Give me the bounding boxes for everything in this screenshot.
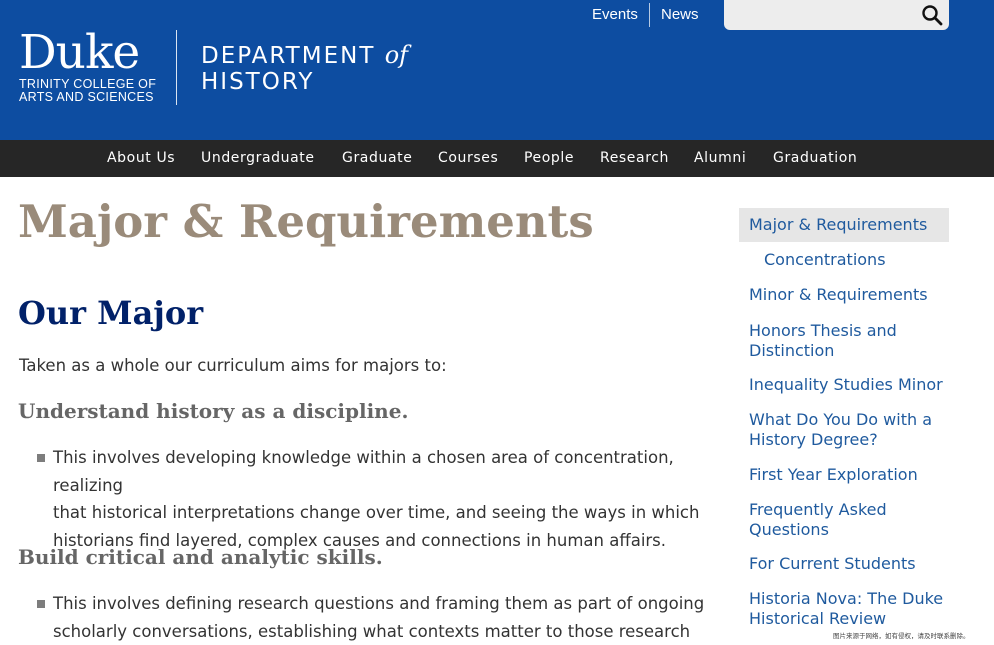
nav-research[interactable]: Research	[600, 150, 669, 166]
dept-word1: DEPARTMENT	[201, 43, 376, 69]
sidebar-item-historia-nova[interactable]: Historia Nova: The Duke Historical Revie…	[749, 589, 949, 628]
bullet-marker	[37, 600, 45, 608]
logo-duke-text: Duke	[19, 25, 140, 80]
search-box	[724, 0, 949, 30]
search-icon[interactable]	[920, 3, 944, 27]
news-link[interactable]: News	[661, 6, 699, 23]
nav-about-us[interactable]: About Us	[107, 150, 175, 166]
goal-line: that historical interpretations change o…	[53, 503, 700, 522]
search-input[interactable]	[732, 4, 917, 26]
goal-line: scholarly conversations, establishing wh…	[53, 621, 691, 641]
goal-line: This involves developing knowledge withi…	[53, 448, 674, 495]
sidebar-item-major-requirements[interactable]: Major & Requirements	[749, 215, 927, 235]
goal-description: This involves developing knowledge withi…	[53, 444, 708, 554]
dept-word2: HISTORY	[201, 69, 315, 95]
nav-courses[interactable]: Courses	[438, 150, 498, 166]
nav-graduation[interactable]: Graduation	[773, 150, 857, 166]
sidebar-item-inequality-studies[interactable]: Inequality Studies Minor	[749, 375, 943, 395]
goal-description: This involves defining research question…	[53, 590, 708, 645]
intro-text: Taken as a whole our curriculum aims for…	[19, 356, 447, 375]
logo-divider	[176, 30, 177, 105]
nav-undergraduate[interactable]: Undergraduate	[201, 150, 315, 166]
goal-heading: Understand history as a discipline.	[18, 399, 409, 423]
main-nav: About Us Undergraduate Graduate Courses …	[0, 140, 994, 177]
page-title: Major & Requirements	[18, 195, 594, 248]
sidebar-item-current-students[interactable]: For Current Students	[749, 554, 916, 574]
section-title: Our Major	[18, 294, 204, 332]
nav-people[interactable]: People	[524, 150, 574, 166]
sidebar-item-first-year[interactable]: First Year Exploration	[749, 465, 918, 485]
duke-logo[interactable]: Duke TRINITY COLLEGE OF ARTS AND SCIENCE…	[19, 28, 156, 104]
sidebar-item-concentrations[interactable]: Concentrations	[764, 250, 886, 270]
util-divider	[649, 3, 650, 27]
nav-alumni[interactable]: Alumni	[694, 150, 746, 166]
goal-heading: Build critical and analytic skills.	[18, 545, 383, 569]
bullet-marker	[37, 454, 45, 462]
sidebar-item-faq[interactable]: Frequently Asked Questions	[749, 500, 939, 539]
department-title[interactable]: DEPARTMENT of HISTORY	[201, 42, 408, 95]
logo-sub-line2: ARTS AND SCIENCES	[19, 90, 154, 104]
events-link[interactable]: Events	[592, 6, 638, 23]
nav-graduate[interactable]: Graduate	[342, 150, 412, 166]
site-header: Duke TRINITY COLLEGE OF ARTS AND SCIENCE…	[0, 0, 994, 140]
goal-line: This involves defining research question…	[53, 594, 705, 613]
watermark-text: 图片来源于网络，如有侵权，请及时联系删除。	[833, 632, 970, 640]
sidebar-item-honors-thesis[interactable]: Honors Thesis and Distinction	[749, 321, 939, 360]
sidebar-item-history-degree[interactable]: What Do You Do with a History Degree?	[749, 410, 944, 449]
dept-of: of	[384, 41, 409, 69]
sidebar-item-minor-requirements[interactable]: Minor & Requirements	[749, 285, 928, 305]
